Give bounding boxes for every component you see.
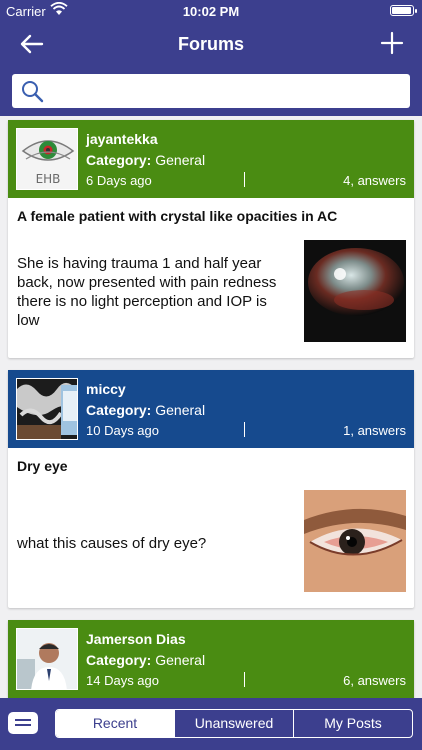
tab-unanswered[interactable]: Unanswered	[174, 710, 293, 737]
eye-photo-icon	[304, 240, 406, 342]
battery-icon	[390, 5, 417, 16]
post-age: 14 Days ago	[86, 673, 159, 688]
eye-photo-icon	[304, 490, 406, 592]
post-image[interactable]	[304, 240, 406, 342]
forum-post-card[interactable]: EHB jayantekka Category: General 6 Days …	[8, 120, 414, 358]
user-avatar[interactable]: EHB	[16, 128, 78, 190]
header-divider	[244, 172, 245, 187]
post-body[interactable]: Dry eye what this causes of dry eye?	[8, 448, 414, 608]
header-divider	[244, 422, 245, 437]
status-time: 10:02 PM	[182, 4, 240, 19]
post-header: miccy Category: General 10 Days ago 1, a…	[8, 370, 414, 448]
tab-recent[interactable]: Recent	[56, 710, 174, 737]
add-post-icon[interactable]	[380, 30, 404, 56]
search-bar	[0, 66, 422, 116]
search-box[interactable]	[12, 74, 410, 108]
filter-segmented-control: Recent Unanswered My Posts	[55, 709, 413, 738]
post-category: Category: General	[86, 152, 206, 168]
post-category: Category: General	[86, 402, 206, 418]
post-answer-count[interactable]: 1, answers	[343, 423, 406, 438]
forum-feed[interactable]: EHB jayantekka Category: General 6 Days …	[0, 116, 422, 698]
user-photo-icon	[17, 629, 77, 689]
post-username[interactable]: Jamerson Dias	[86, 631, 186, 647]
nav-bar: Forums	[0, 22, 422, 66]
post-image[interactable]	[304, 490, 406, 592]
post-text: She is having trauma 1 and half year bac…	[17, 255, 277, 329]
post-answer-count[interactable]: 4, answers	[343, 173, 406, 188]
svg-text:EHB: EHB	[36, 172, 61, 186]
bottom-tab-bar: Recent Unanswered My Posts	[0, 698, 422, 750]
chat-icon[interactable]	[8, 712, 38, 734]
header-divider	[244, 672, 245, 687]
ehb-logo-icon: EHB	[21, 140, 75, 186]
post-header: Jamerson Dias Category: General 14 Days …	[8, 620, 414, 698]
post-header: EHB jayantekka Category: General 6 Days …	[8, 120, 414, 198]
tab-my-posts[interactable]: My Posts	[293, 710, 412, 737]
user-avatar[interactable]	[16, 378, 78, 440]
page-title: Forums	[177, 34, 244, 54]
post-title: A female patient with crystal like opaci…	[17, 208, 338, 224]
post-age: 10 Days ago	[86, 423, 159, 438]
post-username[interactable]: jayantekka	[86, 131, 158, 147]
post-category: Category: General	[86, 652, 206, 668]
post-age: 6 Days ago	[86, 173, 152, 188]
status-bar: Carrier 10:02 PM	[0, 0, 422, 22]
user-avatar[interactable]	[16, 628, 78, 690]
search-input[interactable]	[52, 78, 402, 104]
post-text: what this causes of dry eye?	[17, 535, 207, 552]
post-body[interactable]: A female patient with crystal like opaci…	[8, 198, 414, 358]
forum-post-card[interactable]: miccy Category: General 10 Days ago 1, a…	[8, 370, 414, 608]
post-answer-count[interactable]: 6, answers	[343, 673, 406, 688]
user-photo-icon	[17, 379, 77, 439]
post-username[interactable]: miccy	[86, 381, 126, 397]
forum-post-card[interactable]: Jamerson Dias Category: General 14 Days …	[8, 620, 414, 698]
search-icon	[22, 81, 44, 103]
post-title: Dry eye	[17, 458, 68, 474]
